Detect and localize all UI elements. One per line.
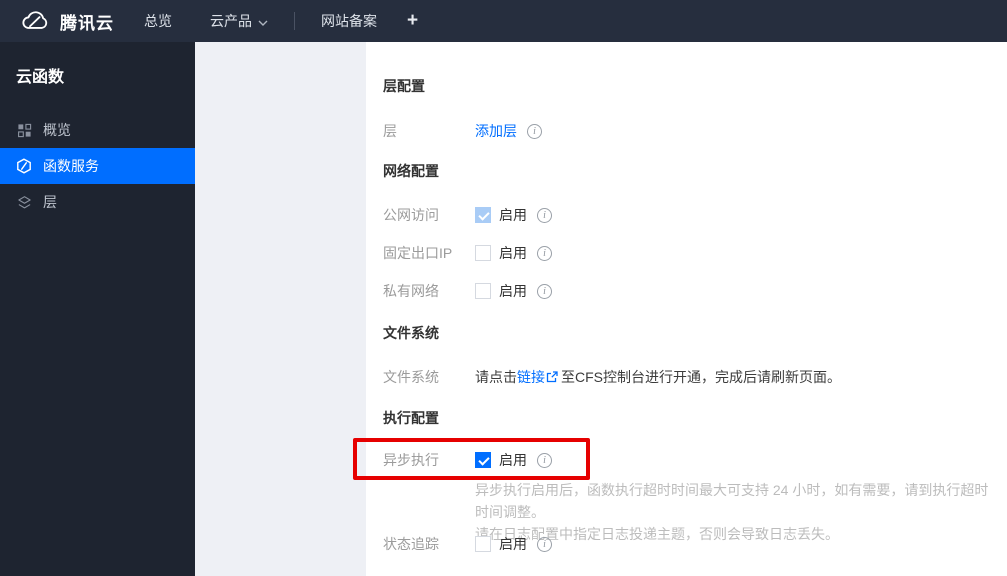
enable-label: 启用	[499, 207, 527, 223]
external-link-icon	[546, 370, 558, 386]
status-tracking-row: 状态追踪 启用 i	[383, 533, 997, 555]
enable-label: 启用	[499, 245, 527, 261]
nav-icp-record[interactable]: 网站备案	[321, 11, 377, 31]
sidebar-item-label: 概览	[43, 122, 71, 138]
file-system-hint: 请点击链接 至CFS控制台进行开通，完成后请刷新页面。	[475, 369, 841, 386]
private-network-label: 私有网络	[383, 283, 439, 299]
public-access-label: 公网访问	[383, 207, 439, 223]
info-icon[interactable]: i	[537, 536, 552, 552]
public-access-row: 公网访问 启用 i	[383, 204, 997, 226]
nav-cloud-products[interactable]: 云产品	[210, 11, 268, 31]
sidebar: 云函数 概览 函数服务 层	[0, 42, 195, 576]
function-hexagon-icon	[16, 158, 32, 174]
layer-label: 层	[383, 123, 397, 139]
layer-row: 层 添加层 i	[383, 120, 997, 142]
add-layer-link[interactable]: 添加层	[475, 121, 517, 141]
async-execution-checkbox[interactable]	[475, 452, 491, 468]
enable-label: 启用	[499, 536, 527, 552]
chevron-down-icon	[258, 13, 268, 29]
private-network-row: 私有网络 启用 i	[383, 280, 997, 302]
status-tracking-checkbox[interactable]	[475, 536, 491, 552]
file-system-row: 文件系统 请点击链接 至CFS控制台进行开通，完成后请刷新页面。	[383, 366, 997, 388]
sidebar-title: 云函数	[16, 69, 65, 86]
grid-icon	[16, 122, 32, 138]
file-system-label: 文件系统	[383, 369, 439, 385]
section-heading-network-config: 网络配置	[383, 163, 439, 179]
info-icon[interactable]: i	[527, 123, 542, 139]
function-config-panel: 层配置 层 添加层 i 网络配置 公网访问 启用 i 固定出口IP 启用 i 私…	[366, 42, 1007, 576]
info-icon[interactable]: i	[537, 283, 552, 299]
layers-icon	[16, 194, 32, 210]
section-heading-file-system: 文件系统	[383, 325, 439, 341]
private-network-checkbox[interactable]	[475, 283, 491, 299]
cfs-link[interactable]: 链接	[517, 369, 545, 385]
sidebar-item-function-service[interactable]: 函数服务	[0, 148, 195, 184]
topbar: 腾讯云 总览 云产品 网站备案 +	[0, 0, 1007, 42]
fixed-egress-ip-checkbox[interactable]	[475, 245, 491, 261]
tencent-cloud-icon	[20, 8, 50, 35]
sidebar-item-overview[interactable]: 概览	[0, 112, 195, 148]
status-tracking-label: 状态追踪	[383, 536, 439, 552]
info-icon[interactable]: i	[537, 245, 552, 261]
sidebar-item-label: 层	[43, 194, 57, 210]
brand-name[interactable]: 腾讯云	[60, 9, 114, 34]
nav-divider	[294, 12, 295, 30]
info-icon[interactable]: i	[537, 452, 552, 468]
info-icon[interactable]: i	[537, 207, 552, 223]
helper-line: 异步执行启用后，函数执行超时时间最大可支持 24 小时，如有需要，请到执行超时时…	[475, 482, 989, 520]
nav-overview[interactable]: 总览	[144, 11, 172, 31]
public-access-checkbox[interactable]	[475, 207, 491, 223]
brand-logo[interactable]: 腾讯云	[20, 8, 114, 35]
section-heading-execution-config: 执行配置	[383, 410, 439, 426]
fixed-egress-ip-row: 固定出口IP 启用 i	[383, 242, 997, 264]
async-execution-label: 异步执行	[383, 452, 439, 468]
enable-label: 启用	[499, 283, 527, 299]
section-heading-layer-config: 层配置	[383, 78, 425, 94]
enable-label: 启用	[499, 452, 527, 468]
nav-add-button[interactable]: +	[407, 10, 418, 32]
sidebar-item-layers[interactable]: 层	[0, 184, 195, 220]
top-navigation: 总览 云产品 网站备案 +	[144, 10, 418, 32]
async-execution-row: 异步执行 启用 i	[383, 449, 997, 471]
fixed-egress-ip-label: 固定出口IP	[383, 245, 453, 261]
sidebar-item-label: 函数服务	[43, 158, 99, 174]
